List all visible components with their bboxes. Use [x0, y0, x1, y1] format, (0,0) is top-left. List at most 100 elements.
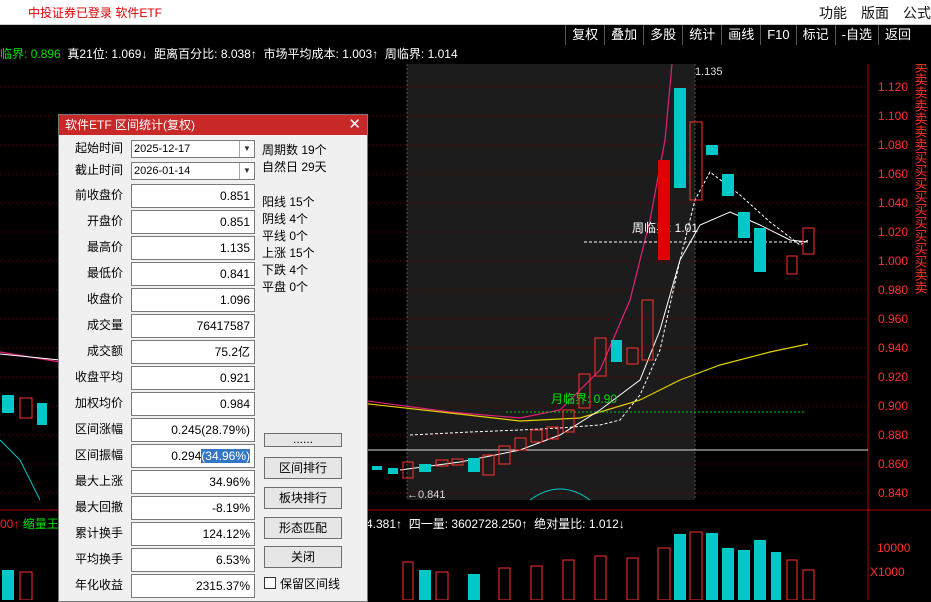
candle	[754, 228, 766, 272]
vol-41-value: 3602728.250↑	[451, 517, 528, 531]
chevron-down-icon[interactable]: ▼	[239, 163, 254, 179]
toolbar-remove-watchlist[interactable]: -自选	[834, 25, 878, 45]
candle	[738, 212, 750, 238]
candle	[674, 88, 686, 188]
sector-ranking-button[interactable]: 板块排行	[264, 487, 342, 509]
count-down: 下跌 4个	[262, 263, 309, 277]
candle	[611, 340, 622, 362]
dialog-title: 软件ETF 区间统计(复权)	[65, 118, 195, 132]
toolbar-draw-line[interactable]: 画线	[721, 25, 760, 45]
pattern-match-button[interactable]: 形态匹配	[264, 517, 342, 539]
range-ranking-button[interactable]: 区间排行	[264, 457, 342, 479]
range-stats-dialog: 软件ETF 区间统计(复权) ✕ 起始时间 2025-12-17 ▼ 截止时间 …	[58, 114, 368, 602]
svg-text:1.000: 1.000	[878, 254, 908, 268]
selected-range-region	[407, 64, 695, 500]
count-yang: 阳线 15个	[262, 195, 315, 209]
field-label: 区间涨幅	[74, 422, 123, 436]
menu-formula[interactable]: 公式	[903, 3, 931, 23]
volume-tick-10000: 10000	[877, 541, 911, 555]
close-button[interactable]: 关闭	[264, 546, 342, 568]
info-weekly-value: 1.014	[427, 47, 458, 61]
menu-function[interactable]: 功能	[819, 3, 847, 23]
info-true21-label: 真21位:	[67, 47, 109, 61]
field-label: 最高价	[86, 240, 123, 254]
toolbar-back[interactable]: 返回	[877, 25, 917, 45]
field-high: 1.135	[131, 236, 255, 260]
toolbar-overlay[interactable]: 叠加	[604, 25, 643, 45]
field-label: 最大上涨	[74, 474, 123, 488]
menu-layout[interactable]: 版面	[861, 3, 889, 23]
chart-toolbar: 复权 叠加 多股 统计 画线 F10 标记 -自选 返回	[565, 25, 917, 45]
candle	[37, 403, 47, 425]
end-date-picker[interactable]: 2026-01-14 ▼	[131, 162, 255, 180]
vol-shrink-label: 缩量王	[22, 517, 59, 531]
vol-ratio-label: 绝对量比:	[534, 517, 586, 531]
end-date-value: 2026-01-14	[134, 165, 191, 177]
candle	[468, 458, 480, 472]
candle	[419, 464, 431, 472]
svg-text:1.100: 1.100	[878, 109, 908, 123]
svg-text:0.900: 0.900	[878, 399, 908, 413]
candle	[658, 160, 670, 260]
field-close-avg: 0.921	[131, 366, 255, 390]
candle	[722, 174, 734, 196]
info-critical-label: 临界:	[0, 47, 28, 61]
svg-text:1.040: 1.040	[878, 196, 908, 210]
field-volume: 76417587	[131, 314, 255, 338]
field-label: 成交额	[86, 344, 123, 358]
field-label: 平均换手	[74, 552, 123, 566]
high-price-label: 1.135	[695, 66, 723, 78]
field-close: 1.096	[131, 288, 255, 312]
field-range-amplitude[interactable]: 0.294(34.96%)	[131, 444, 255, 468]
toolbar-f10[interactable]: F10	[760, 25, 795, 45]
close-icon[interactable]: ✕	[348, 115, 361, 135]
buy-sell-signal-strip: 卖卖卖卖卖卖卖买买买买买买买买买卖卖	[912, 64, 928, 294]
field-range-change: 0.245(28.79%)	[131, 418, 255, 442]
field-label: 收盘价	[86, 292, 123, 306]
field-label: 年化收益	[74, 578, 123, 592]
field-label: 成交量	[86, 318, 123, 332]
start-date-value: 2025-12-17	[134, 143, 191, 155]
field-label: 累计换手	[74, 526, 123, 540]
svg-text:1.060: 1.060	[878, 167, 908, 181]
keep-range-line-checkbox[interactable]: 保留区间线	[264, 575, 340, 592]
toolbar-multi-stock[interactable]: 多股	[643, 25, 682, 45]
checkbox-box[interactable]	[264, 577, 276, 589]
info-distance-value: 8.038↑	[220, 47, 257, 61]
field-open: 0.851	[131, 210, 255, 234]
toolbar-restore-rights[interactable]: 复权	[565, 25, 604, 45]
chevron-down-icon[interactable]: ▼	[239, 141, 254, 157]
svg-text:1.020: 1.020	[878, 225, 908, 239]
svg-text:1.120: 1.120	[878, 80, 908, 94]
toolbar-mark[interactable]: 标记	[795, 25, 835, 45]
field-label: 前收盘价	[74, 188, 123, 202]
field-label: 区间振幅	[74, 448, 123, 462]
volume-tick-x1000: X1000	[870, 565, 905, 579]
low-price-label: ←0.841	[407, 489, 446, 501]
login-status: 中投证券已登录 软件ETF	[28, 6, 162, 20]
field-label: 开盘价	[86, 214, 123, 228]
vol-prefix: 00↑	[0, 517, 20, 531]
svg-text:0.840: 0.840	[878, 486, 908, 500]
top-menu-bar: 中投证券已登录 软件ETF 功能 版面 公式	[0, 0, 931, 25]
svg-text:1.080: 1.080	[878, 138, 908, 152]
start-date-picker[interactable]: 2025-12-17 ▼	[131, 140, 255, 158]
vol-41-label: 四一量:	[408, 517, 449, 531]
candle	[706, 145, 718, 155]
field-max-rise: 34.96%	[131, 470, 255, 494]
vol-ratio-value: 1.012↓	[588, 517, 625, 531]
vol-value-c: 4.381↑	[366, 517, 403, 531]
dialog-titlebar[interactable]: 软件ETF 区间统计(复权) ✕	[59, 115, 367, 135]
svg-text:0.880: 0.880	[878, 428, 908, 442]
count-up: 上涨 15个	[262, 246, 315, 260]
amplitude-selected-text: (34.96%)	[201, 449, 250, 463]
info-true21-value: 1.069↓	[111, 47, 148, 61]
svg-text:0.860: 0.860	[878, 457, 908, 471]
candle	[786, 255, 798, 275]
field-amount: 75.2亿	[131, 340, 255, 364]
more-button[interactable]: ......	[264, 433, 342, 447]
candle	[2, 395, 14, 413]
field-annual-return: 2315.37%	[131, 574, 255, 598]
info-distance-label: 距离百分比:	[154, 47, 218, 61]
toolbar-statistics[interactable]: 统计	[682, 25, 721, 45]
